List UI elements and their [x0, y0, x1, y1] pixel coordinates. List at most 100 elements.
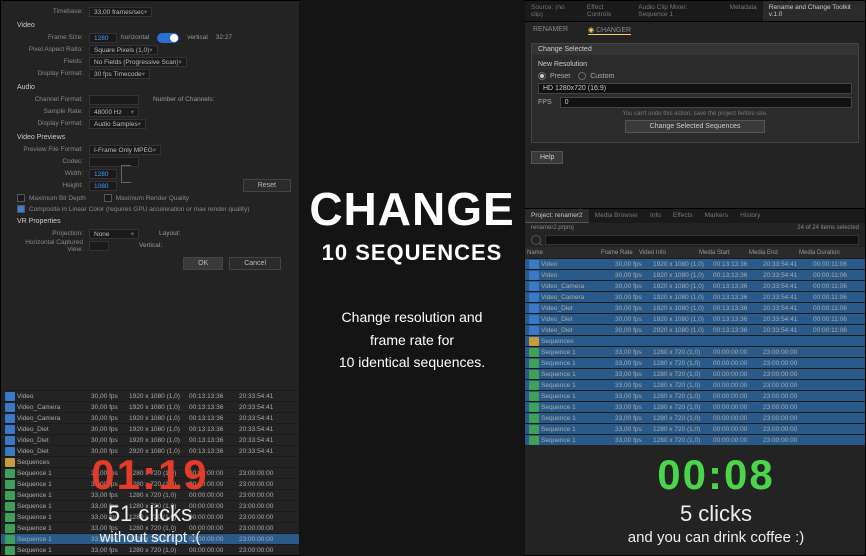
- dispfmt-dropdown[interactable]: 30 fps Timecode: [89, 69, 150, 79]
- hcv-label: Horizontal Captured View:: [17, 239, 89, 253]
- sub-tabs[interactable]: RENAMER ◉ CHANGER: [525, 22, 865, 39]
- center-line2: frame rate for: [370, 329, 454, 351]
- help-button[interactable]: Help: [531, 151, 563, 164]
- table-row[interactable]: Video_Diet30,00 fps1920 x 1080 (1,0)00:1…: [525, 302, 865, 313]
- adispfmt-dropdown[interactable]: Audio Samples: [89, 119, 146, 129]
- project-tab[interactable]: Markers: [699, 209, 734, 223]
- linear-checkbox[interactable]: [17, 205, 25, 213]
- proj-dropdown[interactable]: None: [89, 229, 139, 239]
- dispfmt-label: Display Format:: [17, 70, 89, 77]
- top-tab[interactable]: Source: (no clip): [525, 1, 581, 21]
- cancel-button[interactable]: Cancel: [229, 257, 281, 270]
- undo-hint: You can't undo this action, save the pro…: [538, 111, 852, 117]
- table-row[interactable]: Sequence 133,00 fps1280 x 720 (1,0)00:00…: [525, 401, 865, 412]
- table-row[interactable]: Video30,00 fps1920 x 1080 (1,0)00:13:13:…: [1, 390, 299, 401]
- fps-input[interactable]: [560, 97, 852, 108]
- seq-icon: [529, 425, 539, 434]
- project-search[interactable]: [525, 233, 865, 247]
- chfmt-dropdown[interactable]: [89, 95, 139, 105]
- new-res-label: New Resolution: [538, 61, 852, 68]
- table-row[interactable]: Sequence 133,00 fps1280 x 720 (1,0)00:00…: [525, 357, 865, 368]
- codec-dropdown[interactable]: [89, 157, 139, 167]
- search-icon[interactable]: [531, 235, 541, 245]
- table-row[interactable]: Video_Camera30,00 fps1920 x 1080 (1,0)00…: [1, 401, 299, 412]
- table-row[interactable]: Video_Camera30,00 fps1920 x 1080 (1,0)00…: [1, 412, 299, 423]
- center-caption: CHANGE 10 SEQUENCES Change resolution an…: [300, 0, 524, 556]
- center-line1: Change resolution and: [342, 306, 483, 328]
- table-row[interactable]: Sequence 133,00 fps1280 x 720 (1,0)00:00…: [525, 390, 865, 401]
- project-tab[interactable]: Project: renamer2: [525, 209, 589, 223]
- framesize-w[interactable]: 1280: [89, 33, 117, 43]
- change-sequences-button[interactable]: Change Selected Sequences: [625, 120, 765, 133]
- mov-icon: [5, 425, 15, 434]
- table-row[interactable]: Sequence 133,00 fps1280 x 720 (1,0)00:00…: [525, 423, 865, 434]
- preset-radio[interactable]: Preset: [538, 72, 570, 80]
- project-tab[interactable]: Effects: [667, 209, 699, 223]
- mov-icon: [529, 326, 539, 335]
- table-row[interactable]: Sequence 133,00 fps1280 x 720 (1,0)00:00…: [525, 412, 865, 423]
- audio-header: Audio: [17, 84, 291, 91]
- par-dropdown[interactable]: Square Pixels (1,0): [89, 45, 158, 55]
- top-tab[interactable]: Effect Controls: [581, 1, 632, 21]
- mov-icon: [529, 282, 539, 291]
- maxdepth-checkbox[interactable]: [17, 194, 25, 202]
- table-row[interactable]: Sequence 133,00 fps1280 x 720 (1,0)00:00…: [525, 434, 865, 445]
- top-tab[interactable]: Metadata: [724, 1, 763, 21]
- pff-dropdown[interactable]: I-Frame Only MPEG: [89, 145, 161, 155]
- search-input[interactable]: [545, 235, 859, 245]
- custom-radio[interactable]: Custom: [578, 72, 614, 80]
- seq-icon: [529, 370, 539, 379]
- mov-icon: [5, 403, 15, 412]
- height-input[interactable]: 1080: [89, 181, 117, 191]
- ok-button[interactable]: OK: [183, 257, 223, 270]
- table-row[interactable]: Video_Diet30,00 fps2920 x 1080 (1,0)00:1…: [525, 324, 865, 335]
- right-note: and you can drink coffee :): [576, 529, 856, 546]
- srate-dropdown[interactable]: 48000 Hz: [89, 107, 139, 117]
- reset-button[interactable]: Reset: [243, 179, 291, 192]
- framesize-label: Frame Size:: [17, 34, 89, 41]
- project-tab[interactable]: Media Browser: [589, 209, 644, 223]
- timebase-label: Timebase:: [17, 8, 89, 15]
- fields-label: Fields:: [17, 58, 89, 65]
- table-row[interactable]: Video_Camera30,00 fps1920 x 1080 (1,0)00…: [525, 280, 865, 291]
- project-tab[interactable]: Info: [644, 209, 667, 223]
- table-row[interactable]: Video30,00 fps1920 x 1080 (1,0)00:13:13:…: [525, 258, 865, 269]
- cs-title: Change Selected: [532, 44, 858, 55]
- adispfmt-label: Display Format:: [17, 120, 89, 127]
- par-label: Pixel Aspect Ratio:: [17, 46, 89, 53]
- left-clicks: 51 clicks: [10, 501, 290, 527]
- codec-label: Codec:: [17, 158, 89, 165]
- table-row[interactable]: Sequence 133,00 fps1280 x 720 (1,0)00:00…: [525, 368, 865, 379]
- mov-icon: [529, 315, 539, 324]
- top-tabs[interactable]: Source: (no clip)Effect ControlsAudio Cl…: [525, 1, 865, 22]
- table-row[interactable]: Video30,00 fps1920 x 1080 (1,0)00:13:13:…: [525, 269, 865, 280]
- table-row[interactable]: Video_Diet30,00 fps1920 x 1080 (1,0)00:1…: [1, 423, 299, 434]
- table-row[interactable]: Video_Diet30,00 fps1920 x 1080 (1,0)00:1…: [1, 434, 299, 445]
- project-tabs[interactable]: Project: renamer2Media BrowserInfoEffect…: [525, 208, 865, 223]
- link-icon[interactable]: [121, 165, 131, 183]
- project-tab[interactable]: History: [734, 209, 766, 223]
- tab-renamer[interactable]: RENAMER: [533, 26, 568, 35]
- framesize-toggle[interactable]: [157, 33, 179, 43]
- right-project-bin[interactable]: Video30,00 fps1920 x 1080 (1,0)00:13:13:…: [525, 258, 865, 445]
- fields-dropdown[interactable]: No Fields (Progressive Scan): [89, 57, 187, 67]
- top-tab[interactable]: Rename and Change Toolkit v.1.0: [763, 1, 865, 21]
- mov-icon: [5, 392, 15, 401]
- table-row[interactable]: Sequence 133,00 fps1280 x 720 (1,0)00:00…: [525, 346, 865, 357]
- top-tab[interactable]: Audio Clip Mixer: Sequence 1: [632, 1, 723, 21]
- bin-header: NameFrame RateVideo InfoMedia StartMedia…: [525, 247, 865, 258]
- maxrq-checkbox[interactable]: [104, 194, 112, 202]
- left-timer: 01:19 51 clicks without script :(: [10, 451, 290, 546]
- table-row[interactable]: Sequence 133,00 fps1280 x 720 (1,0)00:00…: [525, 379, 865, 390]
- table-row[interactable]: Sequences: [525, 335, 865, 346]
- video-header: Video: [17, 22, 291, 29]
- table-row[interactable]: Video_Diet30,00 fps1920 x 1080 (1,0)00:1…: [525, 313, 865, 324]
- table-row[interactable]: Video_Camera30,00 fps1920 x 1080 (1,0)00…: [525, 291, 865, 302]
- seq-icon: [529, 436, 539, 445]
- tab-changer[interactable]: ◉ CHANGER: [588, 26, 631, 35]
- resolution-input[interactable]: [538, 83, 852, 94]
- height-label: Height:: [17, 182, 89, 189]
- width-input[interactable]: 1280: [89, 169, 117, 179]
- chfmt-label: Channel Format:: [17, 96, 89, 103]
- timebase-dropdown[interactable]: 33,00 frames/sec: [89, 7, 152, 17]
